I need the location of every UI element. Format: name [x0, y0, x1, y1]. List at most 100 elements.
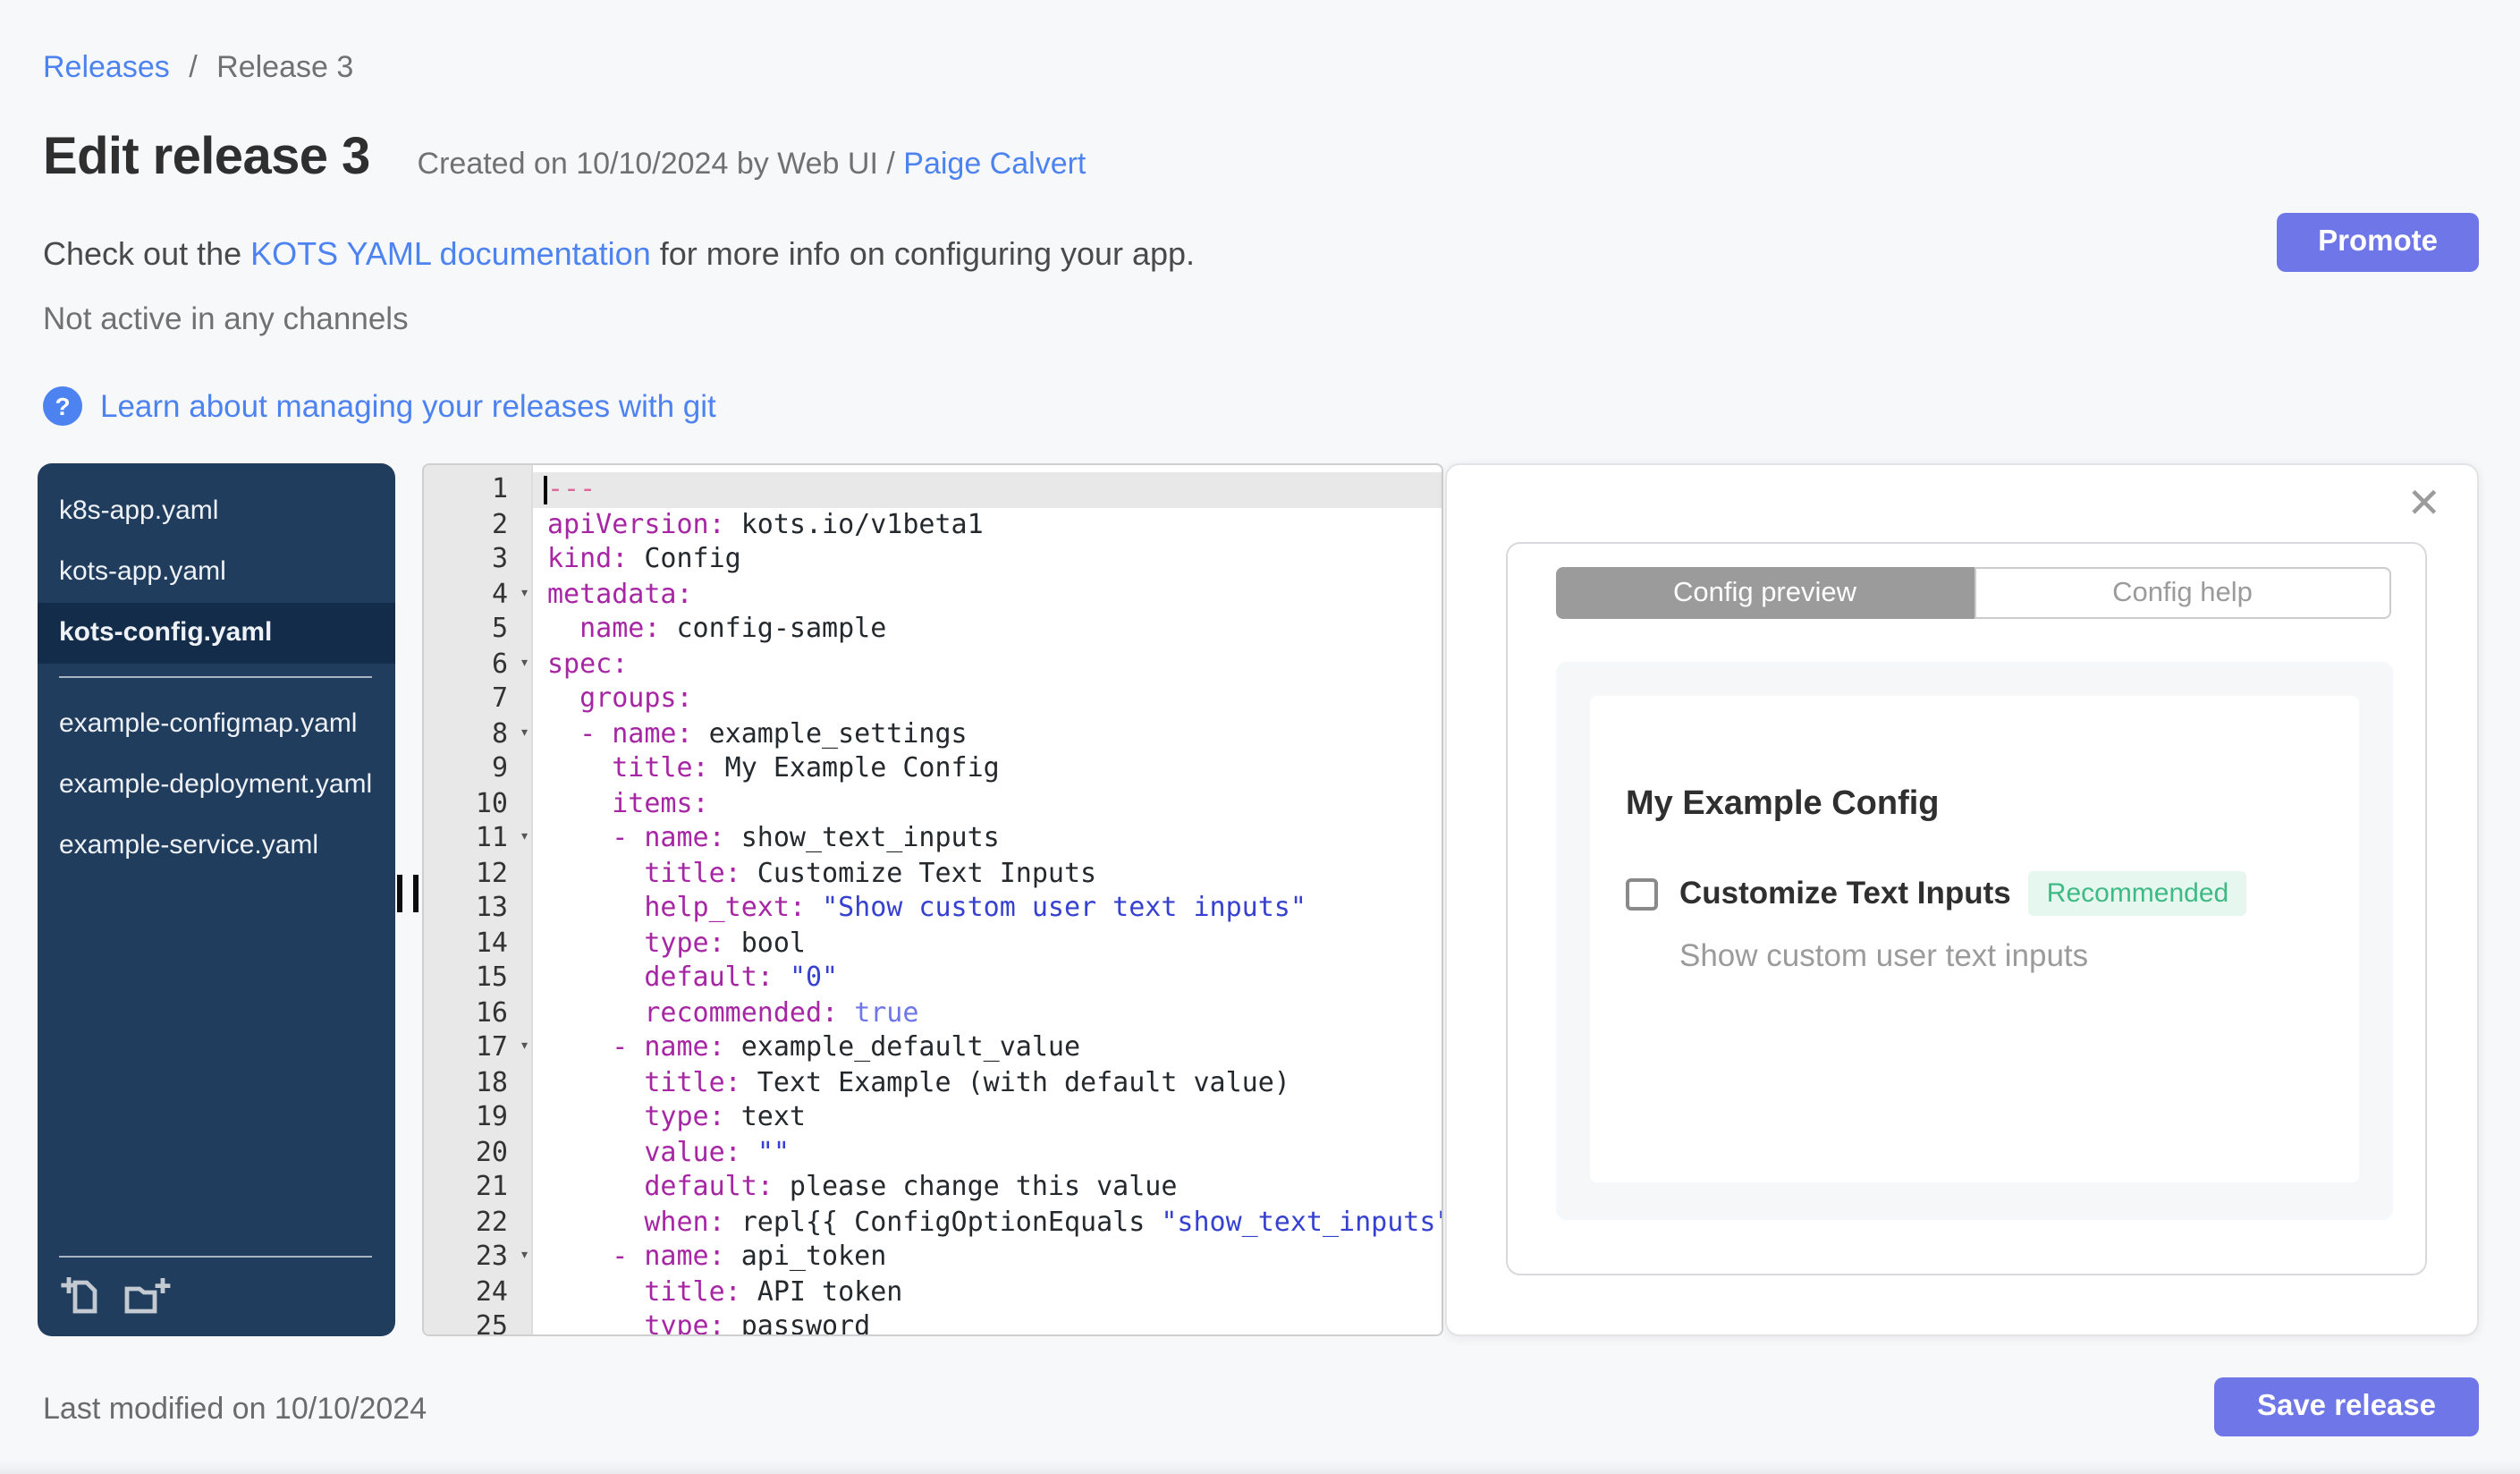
gutter-line: 15 [475, 961, 508, 993]
tab-config-help[interactable]: Config help [1974, 567, 2391, 619]
text-cursor [544, 476, 547, 504]
file-tree-footer [38, 1243, 395, 1336]
file-item[interactable]: k8s-app.yaml [38, 481, 395, 542]
promote-button[interactable]: Promote [2277, 213, 2479, 272]
code-line[interactable]: name: config-sample [533, 612, 1442, 647]
gutter-line: 17 ▾ [424, 1030, 531, 1065]
file-item[interactable]: example-deployment.yaml [38, 755, 395, 816]
new-file-icon[interactable] [59, 1274, 106, 1320]
code-line[interactable]: - name: show_text_inputs [533, 821, 1442, 856]
code-line[interactable]: help_text: "Show custom user text inputs… [533, 891, 1442, 926]
breadcrumb: Releases / Release 3 [43, 50, 353, 86]
file-item[interactable]: example-service.yaml [38, 816, 395, 877]
gutter-line: 11 ▾ [424, 821, 531, 856]
fold-arrow-icon[interactable]: ▾ [520, 577, 529, 612]
file-list: k8s-app.yaml kots-app.yaml kots-config.yam… [38, 481, 395, 877]
code-line[interactable]: --- [533, 472, 1442, 507]
code-line[interactable]: - name: example_settings [533, 716, 1442, 751]
gutter-line: 5 [491, 612, 508, 644]
gutter-line: 1 [491, 472, 508, 504]
code-line[interactable]: items: [533, 786, 1442, 821]
gutter-line: 22 [475, 1205, 508, 1237]
close-icon[interactable]: ✕ [2406, 482, 2441, 524]
git-help-row: ? Learn about managing your releases wit… [43, 386, 716, 426]
author-link[interactable]: Paige Calvert [903, 147, 1086, 181]
code-line[interactable]: title: Customize Text Inputs [533, 856, 1442, 891]
gutter-line: 8 ▾ [424, 716, 531, 751]
breadcrumb-separator: / [189, 50, 198, 84]
code-line[interactable]: - name: api_token [533, 1240, 1442, 1275]
fold-arrow-icon[interactable]: ▾ [520, 821, 529, 856]
code-line[interactable]: metadata: [533, 577, 1442, 612]
panel-resize-handle-left[interactable] [393, 875, 422, 912]
code-line[interactable]: title: API token [533, 1275, 1442, 1309]
save-release-button[interactable]: Save release [2213, 1377, 2479, 1436]
code-line[interactable]: type: password [533, 1309, 1442, 1334]
yaml-editor[interactable]: 1 2 3 4 ▾ 5 6 ▾ 7 8 ▾ 9 10 11 ▾ 12 13 14 15 16 17 ▾ 18 19 20 21 22… [422, 463, 1443, 1336]
code-line[interactable]: groups: [533, 682, 1442, 716]
editor-code[interactable]: --- apiVersion: kots.io/v1beta1 kind: Conf… [533, 465, 1442, 1334]
kots-docs-link[interactable]: KOTS YAML documentation [250, 236, 651, 272]
config-item-help: Show custom user text inputs [1679, 937, 2089, 973]
file-tree-panel: k8s-app.yaml kots-app.yaml kots-config.yam… [38, 463, 395, 1336]
fold-arrow-icon[interactable]: ▾ [520, 1030, 529, 1065]
channel-status: Not active in any channels [43, 301, 409, 336]
config-preview-panel: ✕ Config preview Config help My Example … [1445, 463, 2479, 1336]
gutter-line: 2 [491, 507, 508, 539]
gutter-line: 6 ▾ [424, 647, 531, 682]
git-help-link[interactable]: Learn about managing your releases with … [100, 387, 716, 425]
gutter-line: 3 [491, 542, 508, 574]
preview-tabs: Config preview Config help [1556, 567, 2391, 619]
divider [59, 676, 372, 678]
file-tree-actions [38, 1274, 395, 1320]
code-line[interactable]: recommended: true [533, 995, 1442, 1030]
created-on-text: Created on 10/10/2024 by Web UI / Paige … [418, 147, 1087, 181]
created-on-prefix: Created on 10/10/2024 by Web UI / [417, 147, 895, 181]
code-line[interactable]: type: bool [533, 926, 1442, 961]
code-line[interactable]: - name: example_default_value [533, 1030, 1442, 1065]
gutter-line: 20 [475, 1135, 508, 1167]
config-checkbox[interactable] [1626, 877, 1658, 910]
gutter-line: 23 ▾ [424, 1240, 531, 1275]
file-item[interactable]: kots-config.yaml [38, 603, 395, 664]
config-preview-body: My Example Config Customize Text Inputs … [1556, 662, 2393, 1220]
fold-arrow-icon[interactable]: ▾ [520, 1240, 529, 1275]
gutter-line: 7 [491, 682, 508, 714]
release-editor-page: Releases / Release 3 Edit release 3 Crea… [0, 0, 2520, 1474]
gutter-line: 21 [475, 1170, 508, 1202]
docs-note: Check out the KOTS YAML documentation fo… [43, 236, 1195, 274]
config-item-row: Customize Text Inputs Recommended [1626, 871, 2323, 916]
config-group-title: My Example Config [1626, 785, 1940, 823]
code-line[interactable]: when: repl{{ ConfigOptionEquals "show_te… [533, 1205, 1442, 1240]
code-line[interactable]: default: "0" [533, 961, 1442, 995]
fold-arrow-icon[interactable]: ▾ [520, 716, 529, 751]
file-item[interactable]: example-configmap.yaml [38, 694, 395, 755]
file-item[interactable]: kots-app.yaml [38, 542, 395, 603]
new-folder-icon[interactable] [122, 1274, 172, 1320]
divider [59, 1256, 372, 1258]
gutter-line: 12 [475, 856, 508, 888]
code-line[interactable]: type: text [533, 1100, 1442, 1135]
code-line[interactable]: spec: [533, 647, 1442, 682]
breadcrumb-current: Release 3 [216, 50, 354, 84]
code-line[interactable]: kind: Config [533, 542, 1442, 577]
gutter-line: 4 ▾ [424, 577, 531, 612]
gutter-line: 16 [475, 995, 508, 1028]
code-line[interactable]: apiVersion: kots.io/v1beta1 [533, 507, 1442, 542]
editor-gutter: 1 2 3 4 ▾ 5 6 ▾ 7 8 ▾ 9 10 11 ▾ 12 13 14 15 16 17 ▾ 18 19 20 21 22… [424, 465, 533, 1334]
code-line[interactable]: title: My Example Config [533, 751, 1442, 786]
config-container: Config preview Config help My Example Co… [1506, 542, 2427, 1275]
gutter-line: 25 [475, 1309, 508, 1336]
gutter-line: 24 [475, 1275, 508, 1307]
breadcrumb-releases-link[interactable]: Releases [43, 50, 170, 84]
fold-arrow-icon[interactable]: ▾ [520, 647, 529, 682]
code-line[interactable]: title: Text Example (with default value) [533, 1065, 1442, 1100]
code-line[interactable]: default: please change this value [533, 1170, 1442, 1205]
docs-note-suffix: for more info on configuring your app. [650, 236, 1196, 272]
gutter-line: 10 [475, 786, 508, 818]
code-line[interactable]: value: "" [533, 1135, 1442, 1170]
config-group-card: My Example Config Customize Text Inputs … [1590, 696, 2359, 1182]
tab-config-preview[interactable]: Config preview [1556, 567, 1974, 619]
gutter-line: 13 [475, 891, 508, 923]
gutter-line: 9 [491, 751, 508, 784]
